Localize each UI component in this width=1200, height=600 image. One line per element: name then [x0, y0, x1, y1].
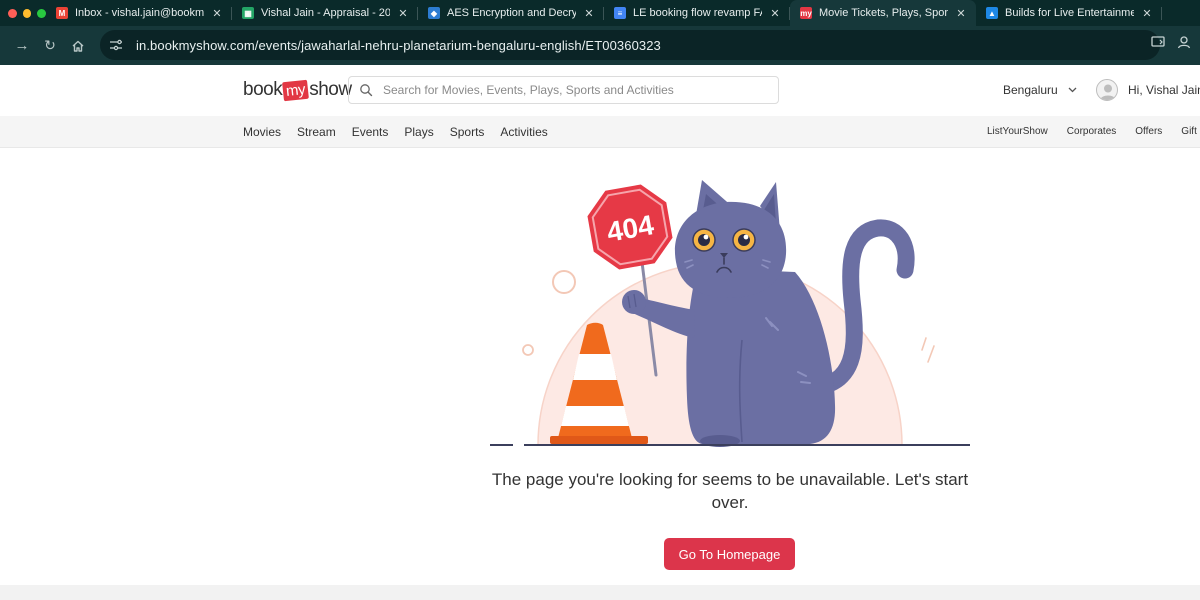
- docs-icon: ≡: [614, 7, 626, 19]
- browser-tab-title: Movie Tickets, Plays, Sports,: [819, 7, 948, 19]
- browser-tab-title: LE booking flow revamp FAQ: [633, 7, 762, 19]
- category-nav-right: ListYourShow Corporates Offers Gift Cards: [987, 126, 1200, 137]
- close-icon[interactable]: ✕: [954, 7, 968, 20]
- search-input[interactable]: [383, 83, 763, 97]
- tab-separator: [1161, 7, 1162, 20]
- category-nav-left: Movies Stream Events Plays Sports Activities: [243, 125, 548, 139]
- nav-item-stream[interactable]: Stream: [297, 125, 336, 139]
- stop-sign-404: 404: [587, 184, 673, 270]
- reload-button[interactable]: ↻: [36, 32, 64, 60]
- close-icon[interactable]: ✕: [768, 7, 782, 20]
- close-icon[interactable]: ✕: [1140, 7, 1154, 20]
- aes-tool-icon: ◆: [428, 7, 440, 19]
- avatar[interactable]: [1096, 79, 1118, 101]
- logo-text-book: book: [243, 79, 283, 100]
- home-button[interactable]: [64, 32, 92, 60]
- gmail-icon: M: [56, 7, 68, 19]
- go-to-homepage-button[interactable]: Go To Homepage: [664, 538, 795, 570]
- decor-circle-small: [522, 344, 534, 356]
- search-icon: [360, 84, 373, 97]
- minimize-window-button[interactable]: [22, 8, 32, 18]
- city-selector[interactable]: Bengaluru: [1003, 83, 1077, 97]
- search-box[interactable]: [348, 76, 779, 104]
- browser-tab-title: Vishal Jain - Appraisal - 2025: [261, 7, 390, 19]
- footer-strip: [0, 585, 1200, 600]
- builds-icon: ▲: [986, 7, 998, 19]
- error-message: The page you're looking for seems to be …: [491, 470, 969, 512]
- browser-toolbar: → ↻ in.bookmyshow.com/events/jawaharlal-…: [0, 26, 1200, 65]
- browser-tab-title: Inbox - vishal.jain@bookmysh: [75, 7, 204, 19]
- close-icon[interactable]: ✕: [396, 7, 410, 20]
- nav-link-corporates[interactable]: Corporates: [1067, 126, 1116, 137]
- browser-tab-3[interactable]: ≡ LE booking flow revamp FAQ ✕: [604, 0, 790, 26]
- cat-paw: [622, 290, 646, 314]
- bookmyshow-logo[interactable]: book my show: [243, 79, 352, 101]
- nav-link-listyourshow[interactable]: ListYourShow: [987, 126, 1048, 137]
- browser-tab-0[interactable]: M Inbox - vishal.jain@bookmysh ✕: [46, 0, 232, 26]
- tab-strip: M Inbox - vishal.jain@bookmysh ✕ ▦ Vishal Ja…: [46, 0, 1162, 26]
- close-icon[interactable]: ✕: [582, 7, 596, 20]
- address-bar[interactable]: in.bookmyshow.com/events/jawaharlal-nehr…: [100, 30, 1160, 60]
- nav-link-gift-cards[interactable]: Gift Cards: [1181, 126, 1200, 137]
- nav-item-events[interactable]: Events: [352, 125, 389, 139]
- sheets-icon: ▦: [242, 7, 254, 19]
- nav-item-plays[interactable]: Plays: [404, 125, 433, 139]
- chevron-down-icon: [1068, 87, 1077, 93]
- nav-link-offers[interactable]: Offers: [1135, 126, 1162, 137]
- bookmyshow-icon: my: [800, 7, 812, 19]
- cat-head: [674, 201, 787, 298]
- 404-illustration: 404: [490, 180, 970, 447]
- url-text: in.bookmyshow.com/events/jawaharlal-nehr…: [136, 37, 661, 53]
- forward-button[interactable]: →: [8, 32, 36, 60]
- browser-tab-title: AES Encryption and Decryptio: [447, 7, 576, 19]
- maximize-window-button[interactable]: [37, 8, 47, 18]
- browser-tab-1[interactable]: ▦ Vishal Jain - Appraisal - 2025 ✕: [232, 0, 418, 26]
- category-nav: Movies Stream Events Plays Sports Activities …: [0, 116, 1200, 148]
- logo-text-my: my: [282, 79, 310, 101]
- toolbar-actions: [1150, 34, 1192, 50]
- city-name: Bengaluru: [1003, 83, 1058, 97]
- browser-tab-title: Builds for Live Entertainment: [1005, 7, 1134, 19]
- logo-text-show: show: [309, 79, 352, 100]
- cast-icon[interactable]: [1150, 34, 1166, 50]
- nav-item-activities[interactable]: Activities: [500, 125, 547, 139]
- close-icon[interactable]: ✕: [210, 7, 224, 20]
- profile-icon[interactable]: [1176, 34, 1192, 50]
- browser-tab-4[interactable]: my Movie Tickets, Plays, Sports, ✕: [790, 0, 976, 26]
- decor-dashes: [921, 337, 935, 363]
- decor-circle-large: [552, 270, 576, 294]
- browser-tab-bar: M Inbox - vishal.jain@bookmysh ✕ ▦ Vishal Ja…: [0, 0, 1200, 26]
- arrow-right-icon: →: [14, 37, 30, 54]
- close-window-button[interactable]: [8, 8, 17, 18]
- user-avatar-icon: [1100, 84, 1116, 100]
- reload-icon: ↻: [44, 37, 56, 53]
- browser-tab-2[interactable]: ◆ AES Encryption and Decryptio ✕: [418, 0, 604, 26]
- home-icon: [72, 40, 84, 52]
- window-controls: [0, 8, 47, 18]
- user-greeting[interactable]: Hi, Vishal Jain: [1128, 83, 1200, 97]
- nav-item-sports[interactable]: Sports: [450, 125, 485, 139]
- nav-item-movies[interactable]: Movies: [243, 125, 281, 139]
- site-settings-icon[interactable]: [108, 37, 124, 53]
- site-header: book my show Bengaluru Hi, Vishal Jain: [0, 65, 1200, 116]
- browser-tab-5[interactable]: ▲ Builds for Live Entertainment ✕: [976, 0, 1162, 26]
